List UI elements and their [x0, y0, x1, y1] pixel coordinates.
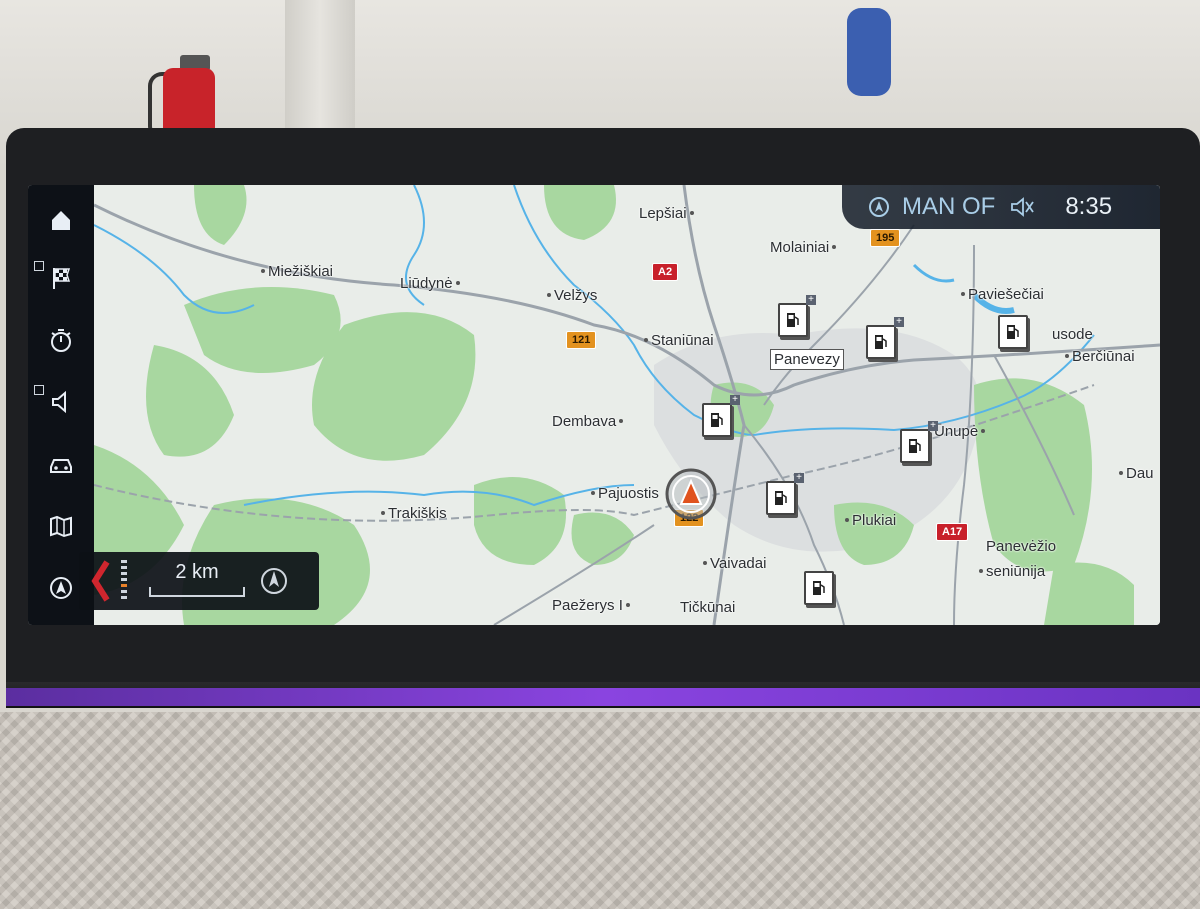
checkered-flag-icon [53, 268, 71, 289]
place-label: usode [1052, 326, 1093, 343]
ambient-light-strip [6, 688, 1200, 706]
audio-source-label[interactable]: MAN OF [902, 193, 995, 221]
place-label: Dembava [552, 413, 626, 430]
place-label: Paviešečiai [958, 286, 1044, 303]
place-label: Ūnupė [934, 423, 988, 440]
zoom-level-indicator[interactable] [119, 558, 129, 604]
place-label: Liūdynė [400, 275, 463, 292]
speaker-icon [52, 390, 66, 414]
map-scale-widget[interactable]: 2 km [79, 552, 319, 610]
place-label: Plukiai [842, 512, 896, 529]
chevron-left-icon[interactable] [87, 556, 113, 606]
navigation-icon [869, 197, 889, 217]
checkbox-indicator [34, 385, 44, 395]
compass-icon[interactable] [259, 566, 289, 596]
clock: 8:35 [1065, 193, 1113, 220]
sidebar-item-home[interactable] [28, 189, 94, 251]
road-shield-195: 195 [870, 229, 901, 247]
fuel-station-icon[interactable]: + [766, 473, 804, 515]
car-icon [50, 459, 72, 473]
stopwatch-icon [51, 329, 71, 352]
sidebar-item-map[interactable] [28, 495, 94, 557]
blue-wall-object [847, 8, 891, 96]
place-label: Lepšiai [639, 205, 697, 222]
fuel-station-icon[interactable]: + [778, 295, 816, 337]
place-label: Tičkūnai [680, 599, 736, 616]
place-label: Staniūnai [641, 332, 714, 349]
sidebar-item-vehicle[interactable] [28, 433, 94, 495]
place-label: Dau [1116, 465, 1154, 482]
sidebar-item-audio[interactable] [28, 371, 94, 433]
home-icon [52, 211, 70, 230]
fuel-station-icon[interactable] [804, 571, 834, 605]
place-label: Berčiūnai [1062, 348, 1135, 365]
road-shield-a2: A2 [652, 263, 679, 281]
fuel-station-icon[interactable]: + [900, 421, 938, 463]
dashboard-trim [0, 712, 1200, 909]
fuel-station-icon[interactable]: + [866, 317, 904, 359]
map-icon [50, 515, 72, 538]
place-label: Vaivadai [700, 555, 766, 572]
scale-bar: 2 km [149, 561, 245, 601]
place-label: Paežerys I [552, 597, 633, 614]
fuel-station-icon[interactable] [998, 315, 1028, 349]
status-bar: MAN OF 8:35 [842, 185, 1160, 229]
place-label: Trakiškis [378, 505, 447, 522]
road-shield-121: 121 [566, 331, 597, 349]
place-label: seniūnija [976, 563, 1045, 580]
sidebar-item-timer[interactable] [28, 309, 94, 371]
place-label: Pajuostis [588, 485, 659, 502]
place-label: Miežiškiai [258, 263, 333, 280]
place-label: Molainiai [770, 239, 839, 256]
scale-ruler [149, 587, 245, 597]
fuel-station-icon[interactable]: + [702, 395, 740, 437]
place-label: Panevėžio [986, 538, 1057, 555]
scale-label: 2 km [175, 561, 219, 583]
mute-icon[interactable] [1009, 196, 1035, 218]
checkbox-indicator [34, 261, 44, 271]
vehicle-position-icon [665, 468, 717, 520]
infotainment-screen: Lepšiai Molainiai Miežiškiai Liūdynė Vel… [28, 185, 1160, 625]
place-label: Velžys [544, 287, 597, 304]
place-label: Panevezy [770, 349, 844, 370]
navigation-icon [50, 577, 72, 599]
road-shield-a17: A17 [936, 523, 969, 541]
sidebar-item-destination[interactable] [28, 247, 94, 309]
